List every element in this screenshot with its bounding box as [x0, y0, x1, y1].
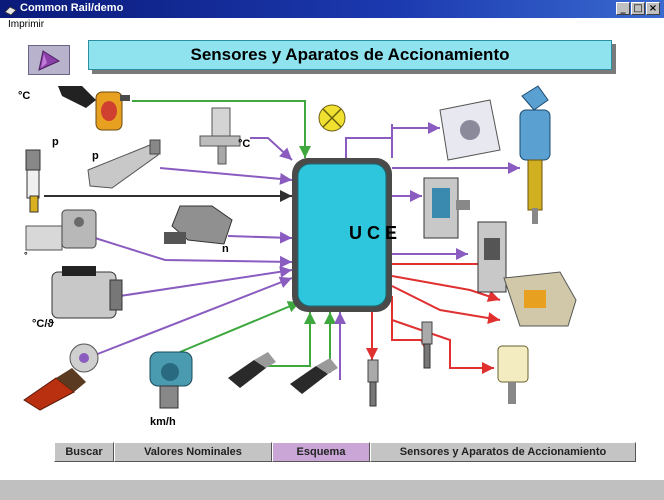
temperature-sensor-icon[interactable] — [58, 86, 130, 131]
button-bar: Buscar Valores Nominales Esquema Sensore… — [54, 442, 636, 462]
close-button[interactable]: × — [646, 2, 660, 15]
window-title: Common Rail/demo — [20, 2, 124, 14]
window-titlebar[interactable]: Common Rail/demo _ □ × — [0, 0, 664, 18]
menu-bar: Imprimir — [0, 18, 664, 32]
minimize-button[interactable]: _ — [616, 2, 630, 15]
temperature-sensor-2-icon[interactable] — [199, 107, 241, 165]
vehicle-speed-sensor-icon[interactable] — [149, 351, 193, 409]
control-valve-icon[interactable] — [477, 221, 507, 293]
line-to-relay-box — [391, 296, 494, 374]
nominal-values-button[interactable]: Valores Nominales — [114, 442, 272, 462]
label-pressure-1: p — [52, 136, 59, 148]
airflow-sensor-icon[interactable] — [51, 266, 123, 319]
label-n: n — [222, 243, 229, 255]
warning-lamp-icon[interactable] — [318, 104, 346, 132]
schema-button[interactable]: Esquema — [272, 442, 370, 462]
pressure-sensor-2-icon[interactable] — [87, 139, 161, 189]
label-degree: ° — [24, 250, 28, 260]
label-pressure-2: p — [92, 150, 99, 162]
line-airflow-sensor — [119, 265, 293, 297]
pressure-valve-icon[interactable] — [423, 177, 470, 239]
maximize-button[interactable]: □ — [631, 2, 645, 15]
switch-1-icon[interactable] — [228, 352, 276, 388]
menu-item-imprimir[interactable]: Imprimir — [8, 19, 44, 30]
line-to-lamp — [345, 124, 393, 158]
sensors-actuators-button[interactable]: Sensores y Aparatos de Accionamiento — [370, 442, 636, 462]
search-button[interactable]: Buscar — [54, 442, 114, 462]
label-temp-1: °C — [18, 90, 31, 102]
status-bar — [0, 479, 664, 500]
line-pedal-sensor — [94, 276, 293, 356]
glow-plug-2-icon[interactable] — [421, 321, 433, 369]
injector-icon[interactable] — [519, 85, 551, 224]
label-temp-2: °C — [238, 138, 251, 150]
actuator-icon[interactable] — [503, 271, 577, 327]
relay-unit-icon[interactable] — [439, 99, 501, 161]
line-to-glow-2 — [391, 312, 432, 352]
hall-sensor-icon[interactable] — [25, 209, 97, 251]
glow-plug-1-icon[interactable] — [367, 359, 379, 407]
line-pressure-sensor-2 — [159, 167, 293, 185]
page-header: Sensores y Aparatos de Accionamiento — [88, 40, 612, 70]
page-title: Sensores y Aparatos de Accionamiento — [190, 45, 510, 64]
label-temp-theta: °C/ϑ — [32, 318, 54, 330]
diagram — [23, 85, 577, 411]
line-vehicle-speed — [179, 301, 301, 353]
pedal-sensor-icon[interactable] — [23, 343, 99, 411]
relay-box-icon[interactable] — [497, 345, 529, 404]
line-temp-sensor-2 — [250, 137, 293, 161]
speed-sensor-icon[interactable] — [164, 205, 233, 245]
line-hall-sensor — [94, 237, 293, 268]
switch-2-icon[interactable] — [290, 358, 338, 394]
line-to-relay — [391, 122, 440, 158]
line-speed-sensor — [227, 231, 293, 244]
pressure-sensor-1-icon[interactable] — [25, 149, 41, 213]
ecu-label: U C E — [349, 223, 398, 243]
label-kmh: km/h — [150, 416, 176, 428]
